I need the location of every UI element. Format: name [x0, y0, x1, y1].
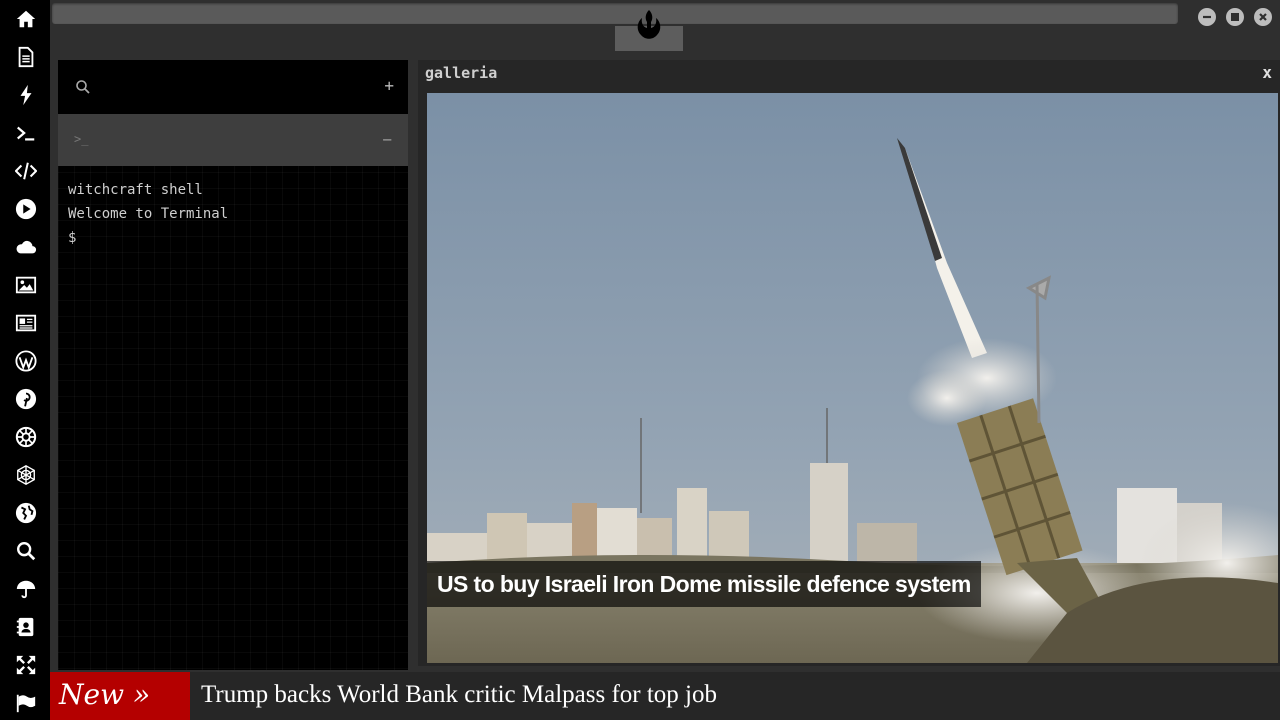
home-icon[interactable]	[13, 6, 39, 32]
close-window-button[interactable]	[1254, 8, 1272, 26]
document-icon[interactable]	[13, 44, 39, 70]
close-icon	[1259, 13, 1267, 21]
terminal-line: Welcome to Terminal	[68, 206, 229, 222]
search-icon[interactable]	[13, 538, 39, 564]
desktop: + >_ − witchcraft shell Welcome to Termi…	[0, 0, 1280, 720]
pinterest-icon[interactable]	[13, 386, 39, 412]
app-launcher-sidebar	[0, 0, 50, 720]
galleria-panel: galleria x US to buy Israeli Iron Dome m…	[418, 60, 1280, 666]
cloud-icon[interactable]	[13, 234, 39, 260]
window-top-bar	[50, 0, 1280, 54]
minimize-button[interactable]	[1198, 8, 1216, 26]
ticker-headline[interactable]: Trump backs World Bank critic Malpass fo…	[201, 672, 717, 720]
terminal-tab-row[interactable]: >_ −	[58, 114, 408, 166]
collapse-terminal-button[interactable]: −	[382, 130, 392, 149]
newspaper-icon[interactable]	[13, 310, 39, 336]
rebel-alliance-icon[interactable]	[631, 8, 667, 44]
play-icon[interactable]	[13, 196, 39, 222]
maximize-button[interactable]	[1226, 8, 1244, 26]
terminal-panel: + >_ − witchcraft shell Welcome to Termi…	[58, 60, 408, 670]
galleria-title: galleria	[425, 64, 498, 82]
expand-icon[interactable]	[13, 652, 39, 678]
terminal-output[interactable]: witchcraft shell Welcome to Terminal $	[68, 178, 228, 250]
contacts-icon[interactable]	[13, 614, 39, 640]
image-caption: US to buy Israeli Iron Dome missile defe…	[427, 561, 981, 607]
lightning-icon[interactable]	[13, 82, 39, 108]
new-badge: New »	[50, 672, 190, 720]
search-icon[interactable]	[75, 79, 91, 95]
maximize-icon	[1231, 13, 1239, 21]
network-icon[interactable]	[13, 462, 39, 488]
terminal-line: witchcraft shell	[68, 182, 203, 198]
terminal-search-row: +	[58, 60, 408, 114]
address-bar[interactable]	[52, 3, 1178, 24]
news-ticker: New » Trump backs World Bank critic Malp…	[50, 672, 1280, 720]
galactic-empire-icon[interactable]	[13, 424, 39, 450]
galleria-close-button[interactable]: x	[1262, 63, 1272, 82]
umbrella-icon[interactable]	[13, 576, 39, 602]
terminal-icon[interactable]	[13, 120, 39, 146]
wordpress-icon[interactable]	[13, 348, 39, 374]
code-icon[interactable]	[13, 158, 39, 184]
globe-icon[interactable]	[13, 500, 39, 526]
terminal-prompt[interactable]: $	[68, 226, 228, 250]
add-terminal-button[interactable]: +	[384, 76, 394, 95]
minimize-icon	[1203, 15, 1211, 19]
flag-icon[interactable]	[13, 690, 39, 716]
image-icon[interactable]	[13, 272, 39, 298]
prompt-icon: >_	[74, 132, 89, 146]
